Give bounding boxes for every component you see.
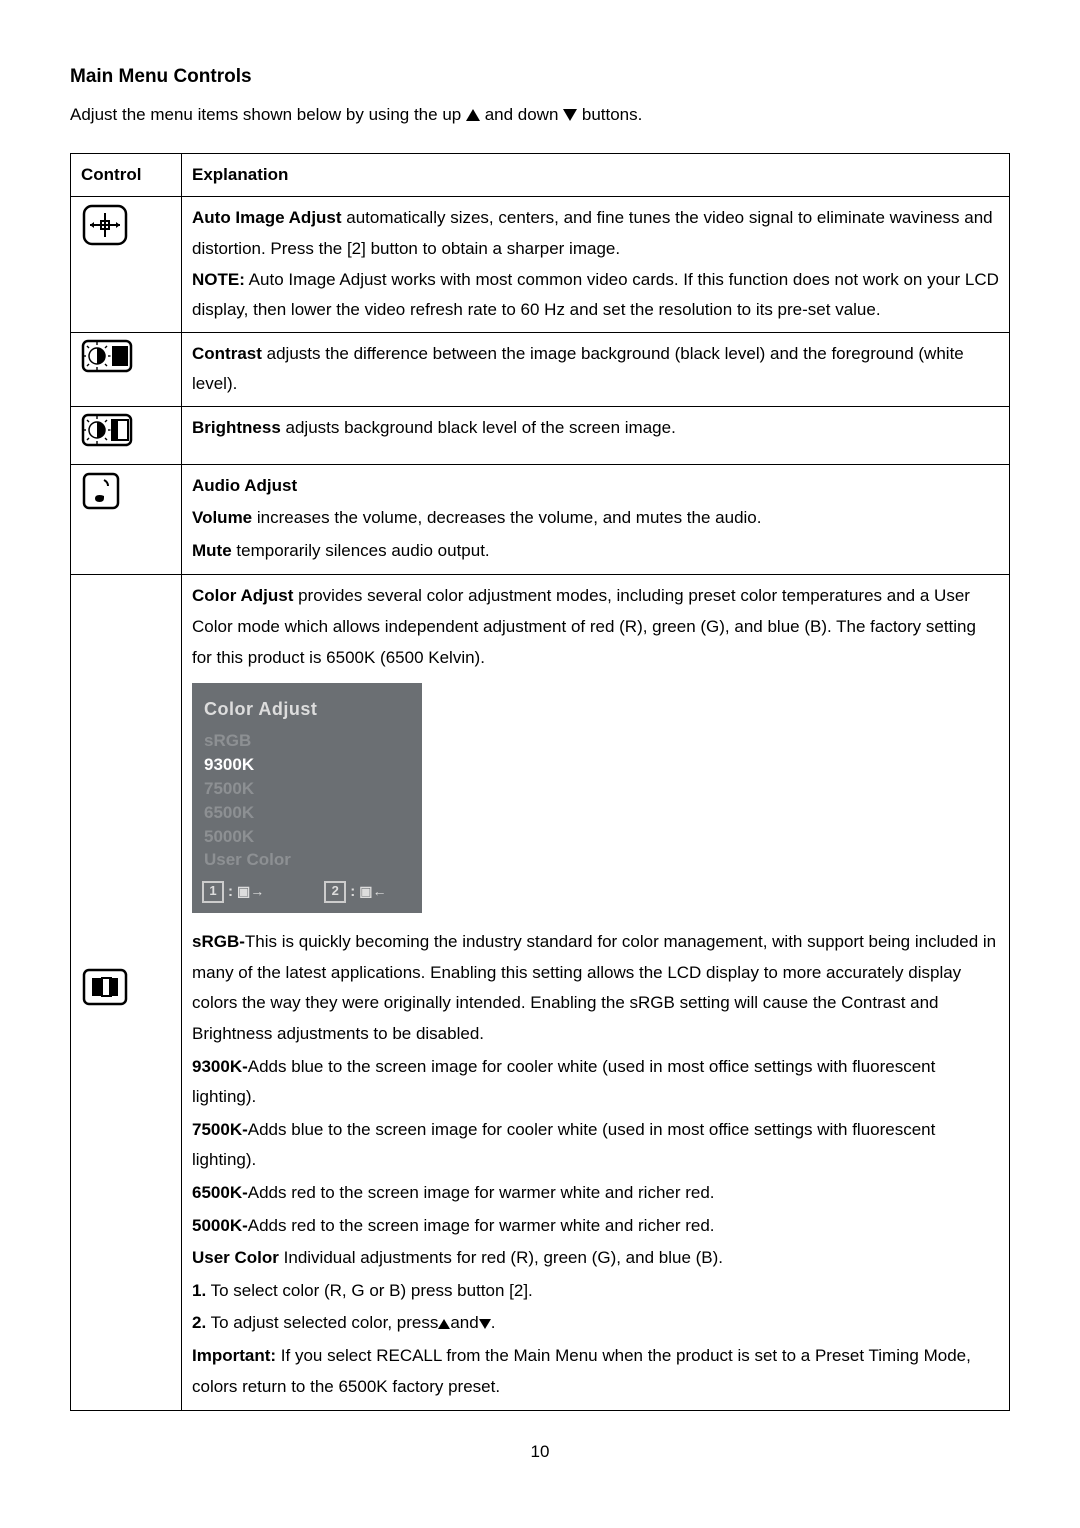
brightness-text: Brightness adjusts background black leve…: [182, 406, 1010, 464]
key-2-box: 2: [324, 881, 346, 903]
table-row: Audio Adjust Volume increases the volume…: [71, 464, 1010, 575]
k5000-label: 5000K-: [192, 1216, 248, 1235]
table-row: Auto Image Adjust automatically sizes, c…: [71, 197, 1010, 332]
audio-volume-label: Volume: [192, 508, 252, 527]
controls-table: Control Explanation Auto Image Adjus: [70, 153, 1010, 1411]
auto-image-note-body: Auto Image Adjust works with most common…: [192, 270, 999, 320]
down-triangle-icon: [479, 1319, 491, 1329]
intro-middle: and down: [485, 105, 563, 124]
brightness-body: adjusts background black level of the sc…: [281, 418, 676, 437]
audio-text: Audio Adjust Volume increases the volume…: [182, 464, 1010, 575]
k6500-body: Adds red to the screen image for warmer …: [248, 1183, 715, 1202]
color-adjust-icon: [81, 967, 129, 1007]
header-control: Control: [71, 153, 182, 197]
auto-image-icon-cell: [71, 197, 182, 332]
osd-key-1: 1 : ▣→: [202, 878, 264, 905]
auto-image-title: Auto Image Adjust: [192, 208, 342, 227]
srgb-label: sRGB-: [192, 932, 245, 951]
k5000-body: Adds red to the screen image for warmer …: [248, 1216, 715, 1235]
intro-prefix: Adjust the menu items shown below by usi…: [70, 105, 466, 124]
table-row: Brightness adjusts background black leve…: [71, 406, 1010, 464]
osd-item: 6500K: [192, 801, 422, 825]
key-1-box: 1: [202, 881, 224, 903]
auto-image-note-label: NOTE:: [192, 270, 245, 289]
important-label: Important:: [192, 1346, 276, 1365]
color-text: Color Adjust provides several color adju…: [182, 575, 1010, 1411]
audio-note-icon: [81, 471, 121, 511]
color-icon-cell: [71, 575, 182, 1411]
osd-panel: Color Adjust sRGB 9300K 7500K 6500K 5000…: [192, 683, 422, 913]
enter-icon: ▣→: [237, 879, 264, 904]
osd-item: 5000K: [192, 825, 422, 849]
intro-text: Adjust the menu items shown below by usi…: [70, 100, 1010, 131]
down-triangle-icon: [563, 109, 577, 121]
auto-image-text: Auto Image Adjust automatically sizes, c…: [182, 197, 1010, 332]
audio-volume-body: increases the volume, decreases the volu…: [252, 508, 761, 527]
contrast-title: Contrast: [192, 344, 262, 363]
k6500-label: 6500K-: [192, 1183, 248, 1202]
contrast-text: Contrast adjusts the difference between …: [182, 332, 1010, 406]
audio-title: Audio Adjust: [192, 471, 999, 502]
user-color-label: User Color: [192, 1248, 279, 1267]
contrast-icon-cell: [71, 332, 182, 406]
step2-label: 2.: [192, 1313, 206, 1332]
step1-label: 1.: [192, 1281, 206, 1300]
brightness-icon-cell: [71, 406, 182, 464]
table-row: Contrast adjusts the difference between …: [71, 332, 1010, 406]
user-color-body: Individual adjustments for red (R), gree…: [279, 1248, 723, 1267]
k7500-label: 7500K-: [192, 1120, 248, 1139]
up-triangle-icon: [438, 1319, 450, 1329]
exit-icon: ▣←: [359, 879, 386, 904]
srgb-body: This is quickly becoming the industry st…: [192, 932, 996, 1043]
color-title: Color Adjust: [192, 586, 293, 605]
up-triangle-icon: [466, 109, 480, 121]
osd-key-2: 2 : ▣←: [324, 878, 386, 905]
table-row: Color Adjust provides several color adju…: [71, 575, 1010, 1411]
audio-mute-label: Mute: [192, 541, 232, 560]
audio-icon-cell: [71, 464, 182, 575]
step1-body: To select color (R, G or B) press button…: [206, 1281, 533, 1300]
step2-body-b: and: [450, 1313, 478, 1332]
contrast-body: adjusts the difference between the image…: [192, 344, 964, 394]
color-body1: provides several color adjustment modes,…: [192, 586, 976, 666]
contrast-icon: [81, 339, 133, 373]
header-explanation: Explanation: [182, 153, 1010, 197]
step2-body-a: To adjust selected color, press: [206, 1313, 438, 1332]
intro-suffix: buttons.: [582, 105, 643, 124]
osd-title: Color Adjust: [192, 691, 422, 729]
k7500-body: Adds blue to the screen image for cooler…: [192, 1120, 935, 1170]
osd-item: 9300K: [192, 753, 422, 777]
k9300-body: Adds blue to the screen image for cooler…: [192, 1057, 935, 1107]
important-body: If you select RECALL from the Main Menu …: [192, 1346, 971, 1396]
osd-item: User Color: [192, 848, 422, 872]
page-title: Main Menu Controls: [70, 60, 1010, 94]
osd-item: 7500K: [192, 777, 422, 801]
brightness-title: Brightness: [192, 418, 281, 437]
osd-footer: 1 : ▣→ 2 : ▣←: [192, 872, 422, 913]
audio-mute-body: temporarily silences audio output.: [232, 541, 490, 560]
page-number: 10: [70, 1437, 1010, 1468]
k9300-label: 9300K-: [192, 1057, 248, 1076]
auto-image-adjust-icon: [81, 203, 129, 247]
step2-body-c: .: [491, 1313, 496, 1332]
brightness-icon: [81, 413, 133, 447]
osd-item: sRGB: [192, 729, 422, 753]
